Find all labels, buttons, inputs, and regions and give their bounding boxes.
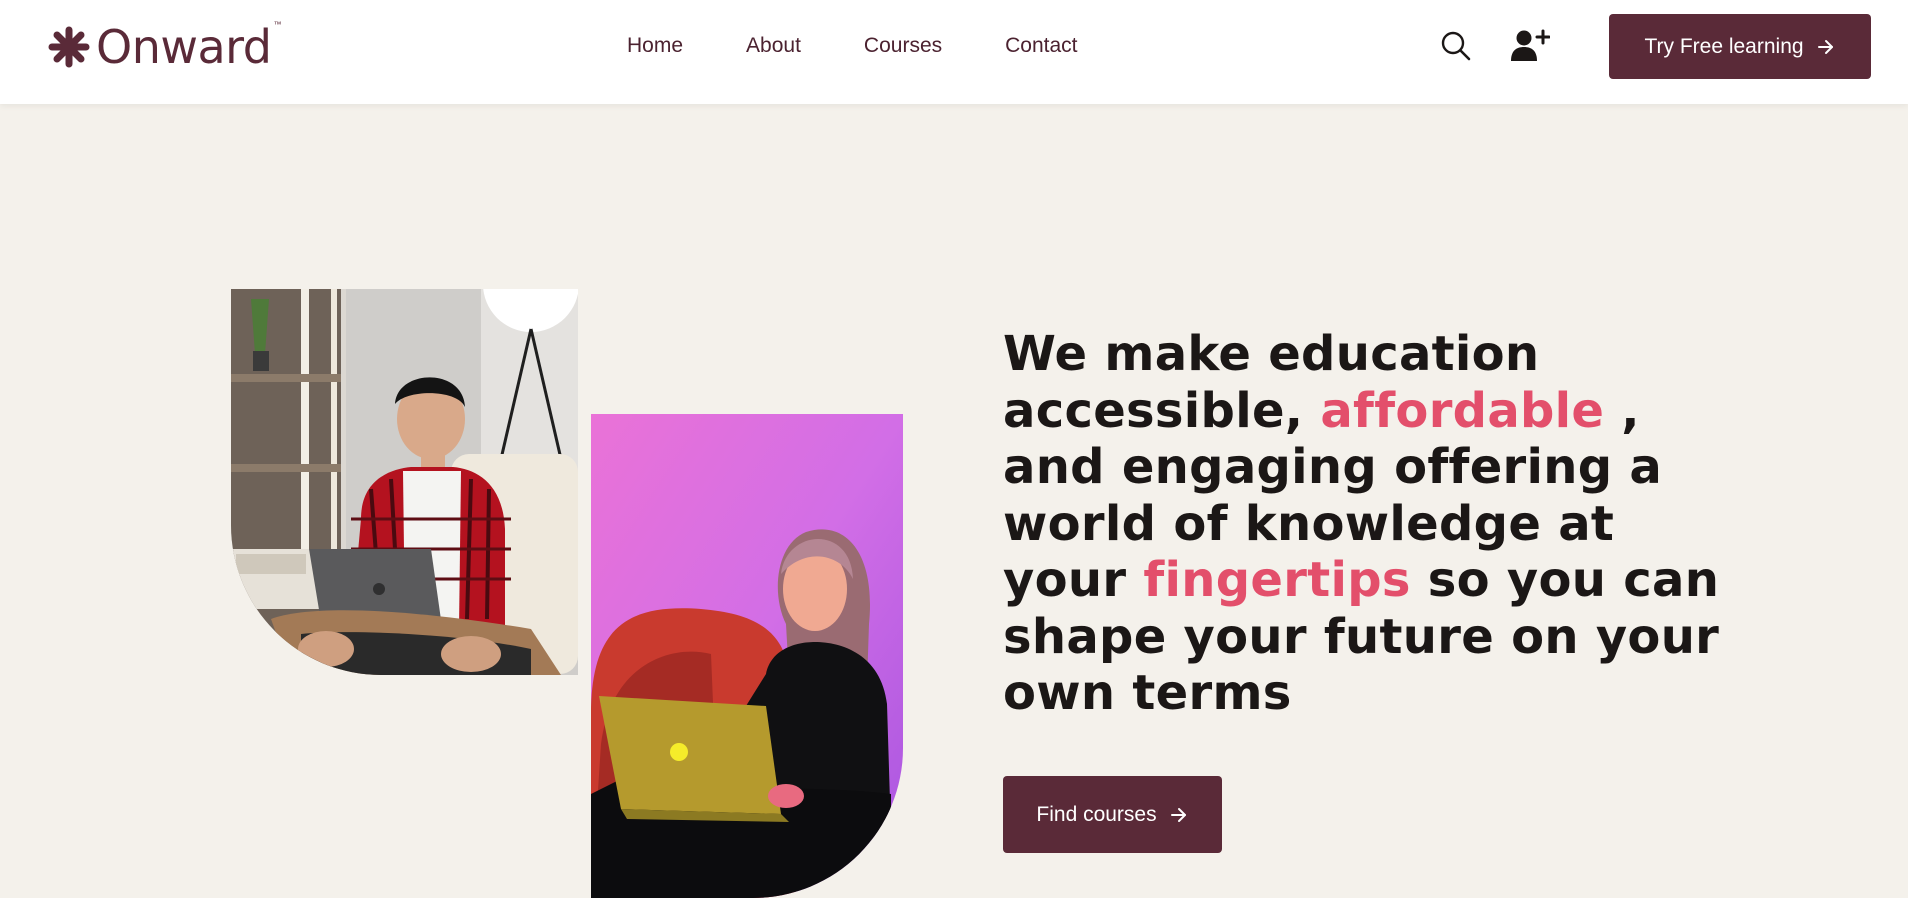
find-courses-label: Find courses [1036, 802, 1157, 826]
brand-name: Onward [96, 20, 272, 74]
add-user-icon [1511, 29, 1551, 61]
find-courses-button[interactable]: Find courses [1003, 776, 1222, 853]
asterisk-logo-icon [48, 26, 90, 68]
nav-contact[interactable]: Contact [1005, 32, 1077, 60]
page: Onward ™ Home About Courses Contact Try … [0, 0, 1908, 898]
student-photo-woman [591, 414, 903, 898]
nav-courses[interactable]: Courses [864, 32, 942, 60]
site-header: Onward ™ Home About Courses Contact Try … [0, 0, 1908, 104]
headline-highlight-affordable: affordable [1320, 382, 1605, 439]
student-photo-man [231, 289, 578, 675]
search-icon [1441, 31, 1471, 61]
brand-logo[interactable]: Onward ™ [48, 20, 282, 74]
headline-highlight-fingertips: fingertips [1143, 552, 1411, 608]
brand-trademark: ™ [273, 20, 282, 29]
arrow-right-icon [1170, 807, 1186, 822]
nav-home[interactable]: Home [627, 32, 683, 60]
account-button[interactable] [1510, 28, 1551, 64]
try-free-learning-button[interactable]: Try Free learning [1609, 14, 1871, 79]
nav-about[interactable]: About [746, 32, 801, 60]
try-free-learning-label: Try Free learning [1644, 34, 1804, 58]
arrow-right-icon [1817, 39, 1833, 54]
main-nav: Home About Courses Contact [627, 32, 1078, 60]
hero-headline: We make education accessible, affordable… [1003, 326, 1723, 722]
search-button[interactable] [1438, 28, 1474, 64]
